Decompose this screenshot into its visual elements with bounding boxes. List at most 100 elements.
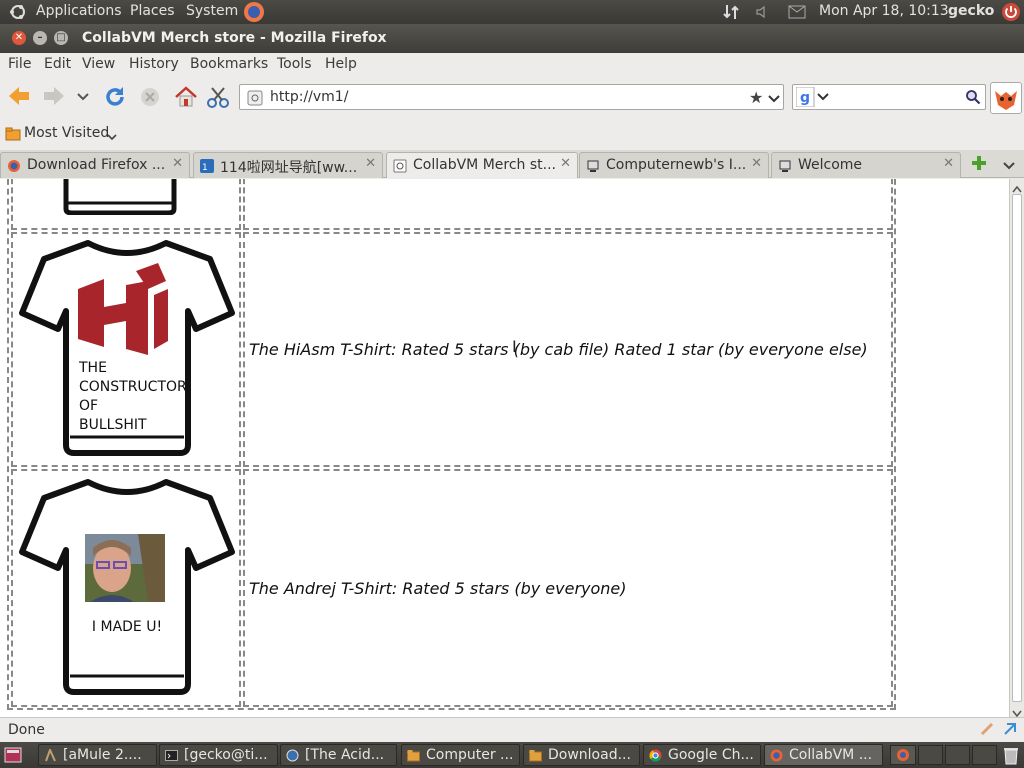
url-text[interactable]: http://vm1/ <box>270 89 348 105</box>
taskbar-item-chrome[interactable]: Google Ch... <box>643 744 761 766</box>
stop-icon[interactable] <box>140 87 160 111</box>
andrej-tshirt-image: I MADE U! <box>18 476 236 698</box>
back-icon[interactable] <box>7 85 31 111</box>
tab-bar: Download Firefox ... ✕ 1 114啦网址导航[ww... … <box>0 150 1024 178</box>
status-text: Done <box>8 722 45 738</box>
amule-icon <box>44 747 57 762</box>
collabvm-icon <box>586 159 600 173</box>
tab-label: Download Firefox ... <box>27 157 166 173</box>
terminal-icon <box>165 749 178 762</box>
tshirt-image <box>63 179 177 215</box>
search-bar[interactable]: g <box>792 84 986 110</box>
tab-collabvm-merch[interactable]: CollabVM Merch st... ✕ <box>386 152 578 178</box>
folder-icon <box>529 749 542 762</box>
status-bar: Done <box>0 717 1024 742</box>
taskbar-label: [The Acid... <box>305 747 385 763</box>
reload-icon[interactable] <box>103 85 127 113</box>
clock[interactable]: Mon Apr 18, 10:13 <box>819 3 949 19</box>
home-icon[interactable] <box>174 85 198 113</box>
folder-icon <box>407 749 420 762</box>
address-bar[interactable]: http://vm1/ ★ <box>239 84 784 110</box>
close-tab-icon[interactable]: ✕ <box>172 156 183 171</box>
navigation-toolbar: http://vm1/ ★ g <box>0 76 1024 120</box>
close-window-icon[interactable]: ✕ <box>12 31 26 45</box>
shutdown-icon[interactable] <box>1001 2 1021 26</box>
table-cell <box>243 179 893 230</box>
tab-114la[interactable]: 1 114啦网址导航[ww... ✕ <box>193 152 383 178</box>
bookmark-star-icon[interactable]: ★ <box>749 88 763 107</box>
mail-icon[interactable] <box>788 5 806 23</box>
most-visited-menu[interactable]: Most Visited <box>24 125 109 141</box>
maximize-window-icon[interactable]: □ <box>54 31 68 45</box>
forward-icon[interactable] <box>42 85 66 111</box>
taskbar-label: Download... <box>548 747 631 763</box>
workspace-switcher[interactable] <box>890 745 916 765</box>
tab-label: Welcome <box>798 157 863 173</box>
menu-tools[interactable]: Tools <box>277 56 312 72</box>
workspace-2[interactable] <box>918 745 943 765</box>
scissors-icon[interactable] <box>206 85 230 113</box>
addon-icon[interactable] <box>980 722 994 740</box>
vertical-scrollbar[interactable] <box>1009 179 1024 718</box>
site-identity-icon[interactable] <box>247 90 263 110</box>
menu-help[interactable]: Help <box>325 56 357 72</box>
tab-computernewb[interactable]: Computernewb's I... ✕ <box>579 152 769 178</box>
list-tabs-icon[interactable] <box>1003 159 1015 175</box>
tab-label: CollabVM Merch st... <box>413 157 556 173</box>
svg-text:g: g <box>800 90 810 106</box>
shirt-caption: I MADE U! <box>91 619 163 635</box>
taskbar-label: CollabVM ... <box>789 747 873 763</box>
workspace-3[interactable] <box>945 745 970 765</box>
taskbar-label: [gecko@ti... <box>184 747 268 763</box>
svg-text:1: 1 <box>202 163 208 173</box>
close-tab-icon[interactable]: ✕ <box>560 156 571 171</box>
menu-edit[interactable]: Edit <box>44 56 71 72</box>
google-engine-icon[interactable]: g <box>795 86 830 111</box>
close-tab-icon[interactable]: ✕ <box>751 156 762 171</box>
firefox-icon <box>770 749 783 762</box>
firefox-icon <box>7 159 21 173</box>
search-magnifier-icon[interactable] <box>965 89 981 109</box>
tab-download-firefox[interactable]: Download Firefox ... ✕ <box>0 152 190 178</box>
taskbar-item-download[interactable]: Download... <box>523 744 640 766</box>
shirt-caption: THE CONSTRUCTOR OF BULLSHIT <box>79 360 187 433</box>
sync-status-icon[interactable] <box>1002 721 1018 741</box>
taskbar-item-computer[interactable]: Computer ... <box>401 744 520 766</box>
close-tab-icon[interactable]: ✕ <box>365 156 376 171</box>
globe-icon <box>286 749 299 762</box>
applications-menu[interactable]: Applications <box>36 3 122 19</box>
scroll-thumb[interactable] <box>1012 194 1022 702</box>
menu-bookmarks[interactable]: Bookmarks <box>190 56 268 72</box>
taskbar-label: Computer ... <box>426 747 514 763</box>
url-dropdown-icon[interactable] <box>768 92 780 108</box>
trash-icon[interactable] <box>1002 745 1020 768</box>
volume-icon[interactable] <box>755 5 769 23</box>
system-menu[interactable]: System <box>186 3 238 19</box>
ubuntu-logo-icon[interactable] <box>9 4 27 24</box>
taskbar-item-acid[interactable]: [The Acid... <box>280 744 397 766</box>
fox-avatar-icon[interactable] <box>990 82 1022 114</box>
menu-view[interactable]: View <box>82 56 115 72</box>
history-dropdown-icon[interactable] <box>77 90 89 106</box>
places-menu[interactable]: Places <box>130 3 175 19</box>
taskbar-label: [aMule 2.... <box>63 747 142 763</box>
user-name[interactable]: gecko <box>948 3 994 19</box>
taskbar-label: Google Ch... <box>668 747 754 763</box>
most-visited-chevron-icon[interactable] <box>107 130 117 146</box>
close-tab-icon[interactable]: ✕ <box>943 156 954 171</box>
menubar: File Edit View History Bookmarks Tools H… <box>0 53 1024 76</box>
product-description: The Andrej T-Shirt: Rated 5 stars (by ev… <box>249 579 627 598</box>
show-desktop-icon[interactable] <box>4 746 22 768</box>
menu-file[interactable]: File <box>8 56 31 72</box>
page-content: THE CONSTRUCTOR OF BULLSHIT The HiAsm T-… <box>0 179 1009 717</box>
taskbar-item-terminal[interactable]: [gecko@ti... <box>159 744 278 766</box>
minimize-window-icon[interactable]: – <box>33 31 47 45</box>
taskbar-item-amule[interactable]: [aMule 2.... <box>38 744 157 766</box>
new-tab-icon[interactable] <box>970 154 988 176</box>
taskbar-item-firefox[interactable]: CollabVM ... <box>764 744 883 766</box>
network-icon[interactable] <box>722 3 740 25</box>
menu-history[interactable]: History <box>129 56 179 72</box>
window-titlebar[interactable]: ✕ – □ CollabVM Merch store - Mozilla Fir… <box>0 24 1024 53</box>
workspace-4[interactable] <box>972 745 997 765</box>
tab-welcome[interactable]: Welcome ✕ <box>771 152 961 178</box>
